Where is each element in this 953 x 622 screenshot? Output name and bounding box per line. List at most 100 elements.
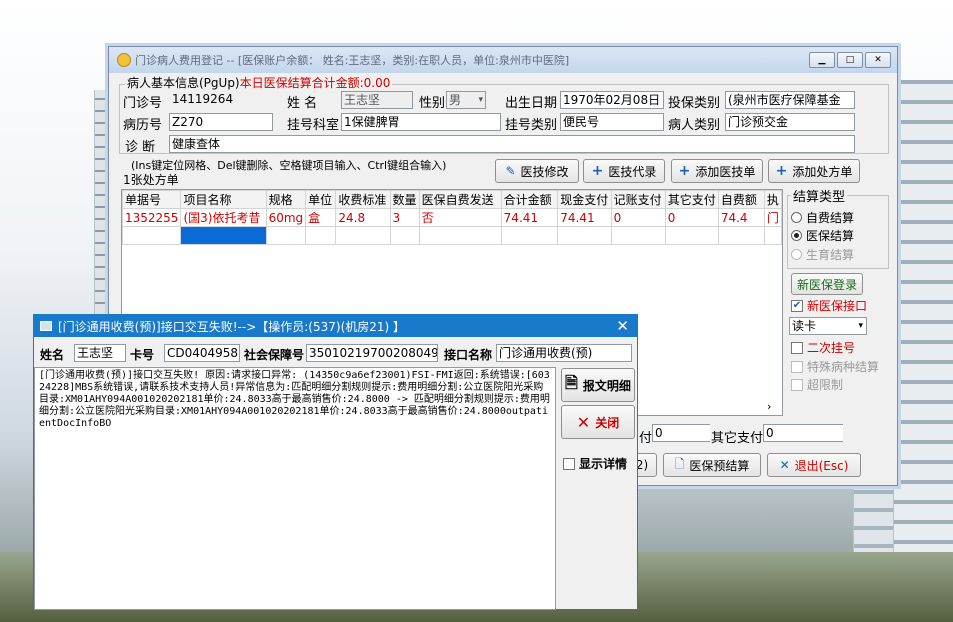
column-header[interactable]: 合计金额 bbox=[500, 190, 559, 209]
report-detail-button[interactable]: 🗎 报文明细 bbox=[561, 368, 635, 402]
error-message[interactable]: [门诊通用收费(预)]接口交互失败! 原因:请求接口异常: (14350c9a6… bbox=[34, 367, 556, 610]
minimize-button[interactable]: ▁ bbox=[809, 52, 835, 68]
table-cell[interactable]: 24.8 bbox=[335, 208, 391, 227]
dialog-close-icon[interactable]: ✕ bbox=[616, 317, 629, 335]
table-cell[interactable]: 0 bbox=[664, 208, 719, 227]
table-cell[interactable]: 门 bbox=[763, 208, 783, 227]
table-cell[interactable] bbox=[335, 226, 391, 245]
second-reg-checkbox[interactable]: 二次挂号 bbox=[791, 339, 855, 356]
new-interface-label: 新医保接口 bbox=[807, 299, 868, 313]
plus-icon: + bbox=[775, 163, 788, 179]
table-cell[interactable] bbox=[763, 226, 783, 245]
clinic-no-label: 门诊号 bbox=[123, 96, 163, 111]
dept-field[interactable]: 1保健脾胃 bbox=[341, 113, 501, 131]
scroll-right-icon[interactable]: › bbox=[767, 400, 771, 413]
table-cell[interactable] bbox=[418, 226, 502, 245]
maternity-settle-radio[interactable]: 生育结算 bbox=[791, 246, 854, 263]
name-label: 姓 名 bbox=[287, 96, 318, 111]
table-cell[interactable] bbox=[265, 226, 307, 245]
checkbox-icon bbox=[791, 360, 803, 373]
doctor-proxy-label: 医技代录 bbox=[608, 164, 657, 179]
close-button[interactable]: ✕ bbox=[865, 52, 891, 68]
pay-field[interactable]: 0 bbox=[652, 424, 710, 442]
column-header[interactable]: 收费标准 bbox=[335, 190, 391, 209]
radio-indicator bbox=[791, 230, 802, 241]
diagnosis-field[interactable]: 健康查体 bbox=[169, 135, 855, 153]
column-header[interactable]: 数量 bbox=[389, 190, 420, 209]
add-order-button[interactable]: + 添加医技单 bbox=[671, 159, 763, 183]
checkbox-icon bbox=[791, 378, 803, 391]
table-cell[interactable]: 1352255 bbox=[121, 208, 182, 227]
new-interface-checkbox[interactable]: ✔ 新医保接口 bbox=[791, 297, 867, 314]
card-field[interactable]: CD0404958 bbox=[164, 344, 240, 362]
prescription-count: 1张处方单 bbox=[123, 173, 179, 187]
insurance-settle-radio[interactable]: 医保结算 bbox=[791, 227, 854, 244]
insurance-type-field[interactable]: (泉州市医疗保障基金 bbox=[725, 91, 855, 109]
patient-type-field[interactable]: 门诊预交金 bbox=[725, 113, 855, 131]
ssn-field[interactable]: 350102197002080498 bbox=[306, 344, 438, 362]
record-no-field[interactable]: Z270 bbox=[169, 113, 273, 131]
table-cell[interactable] bbox=[557, 226, 612, 245]
column-header[interactable]: 自费额 bbox=[717, 190, 765, 209]
maximize-button[interactable]: □ bbox=[837, 52, 863, 68]
table-cell[interactable] bbox=[717, 226, 765, 245]
exit-button[interactable]: ✕ 退出(Esc) bbox=[767, 453, 861, 477]
special-disease-checkbox[interactable]: 特殊病种结算 bbox=[791, 358, 879, 375]
dialog-title: [门诊通用收费(预)]接口交互失败!-->【操作员:(537)(机房21) 】 bbox=[58, 319, 406, 334]
reg-type-field[interactable]: 便民号 bbox=[560, 113, 664, 131]
column-header[interactable]: 项目名称 bbox=[180, 190, 267, 209]
table-cell[interactable] bbox=[389, 226, 420, 245]
read-card-select[interactable]: 读卡 ▾ bbox=[789, 317, 867, 335]
over-limit-label: 超限制 bbox=[807, 378, 844, 392]
dialog-close-button[interactable]: ✕ 关闭 bbox=[561, 405, 635, 439]
over-limit-checkbox[interactable]: 超限制 bbox=[791, 376, 843, 393]
table-cell[interactable]: 74.41 bbox=[500, 208, 559, 227]
column-header[interactable]: 单位 bbox=[305, 190, 337, 209]
table-cell[interactable] bbox=[610, 226, 666, 245]
insurance-presettle-button[interactable]: 🗋 医保预结算 bbox=[663, 453, 761, 477]
birth-field[interactable]: 1970年02月08日 bbox=[560, 91, 664, 109]
column-header[interactable]: 现金支付 bbox=[557, 190, 612, 209]
table-cell[interactable]: 60mg bbox=[265, 208, 307, 227]
column-header[interactable]: 单据号 bbox=[121, 190, 182, 209]
table-row[interactable]: 1352255 (国3)依托考昔 60mg 盒 24.8 3 否 74.41 74.41 0 0 74… bbox=[121, 208, 783, 227]
patient-name-label: 姓名 bbox=[40, 348, 65, 362]
show-detail-checkbox[interactable]: 显示详情 bbox=[563, 455, 627, 472]
table-cell[interactable]: (国3)依托考昔 bbox=[180, 208, 267, 227]
table-cell[interactable] bbox=[305, 226, 337, 245]
gender-select[interactable]: 男 ▾ bbox=[446, 91, 486, 109]
table-cell[interactable]: 否 bbox=[418, 208, 502, 227]
add-rx-button[interactable]: + 添加处方单 bbox=[768, 159, 860, 183]
dialog-titlebar: [门诊通用收费(预)]接口交互失败!-->【操作员:(537)(机房21) 】 bbox=[34, 315, 637, 337]
table-cell[interactable]: 0 bbox=[610, 208, 666, 227]
gender-label: 性别 bbox=[419, 96, 446, 111]
table-cell[interactable] bbox=[121, 226, 182, 245]
diagnosis-label: 诊 断 bbox=[125, 140, 156, 155]
table-cell[interactable]: 盒 bbox=[305, 208, 337, 227]
doctor-proxy-button[interactable]: + 医技代录 bbox=[583, 159, 665, 183]
table-cell[interactable] bbox=[500, 226, 559, 245]
presettle-label: 医保预结算 bbox=[689, 458, 750, 473]
close-label: 关闭 bbox=[595, 415, 620, 430]
patient-name-field[interactable]: 王志坚 bbox=[74, 344, 126, 362]
column-header[interactable]: 记账支付 bbox=[610, 190, 666, 209]
self-pay-radio[interactable]: 自费结算 bbox=[791, 209, 854, 226]
table-cell[interactable] bbox=[664, 226, 719, 245]
other-pay-field[interactable]: 0 bbox=[763, 424, 843, 442]
name-field[interactable]: 王志坚 bbox=[341, 91, 413, 109]
daily-total: 本日医保结算合计金额:0.00 bbox=[239, 76, 391, 90]
settle-type-title: 结算类型 bbox=[791, 186, 848, 205]
interface-name-field[interactable]: 门诊通用收费(预) bbox=[496, 344, 632, 362]
selected-cell[interactable] bbox=[180, 226, 267, 245]
column-header[interactable]: 其它支付 bbox=[664, 190, 719, 209]
table-cell[interactable]: 74.41 bbox=[557, 208, 612, 227]
edit-doctor-button[interactable]: ✎ 医技修改 bbox=[495, 159, 579, 183]
clinic-no-value[interactable]: 14119264 bbox=[169, 90, 281, 108]
column-header[interactable]: 规格 bbox=[265, 190, 307, 209]
table-cell[interactable]: 3 bbox=[389, 208, 420, 227]
table-cell[interactable]: 74.4 bbox=[717, 208, 765, 227]
table-row-empty[interactable] bbox=[121, 226, 783, 245]
column-header[interactable]: 执 bbox=[763, 190, 783, 209]
new-insurance-login-button[interactable]: 新医保登录 bbox=[791, 273, 863, 295]
column-header[interactable]: 医保自费发送 bbox=[418, 190, 502, 209]
